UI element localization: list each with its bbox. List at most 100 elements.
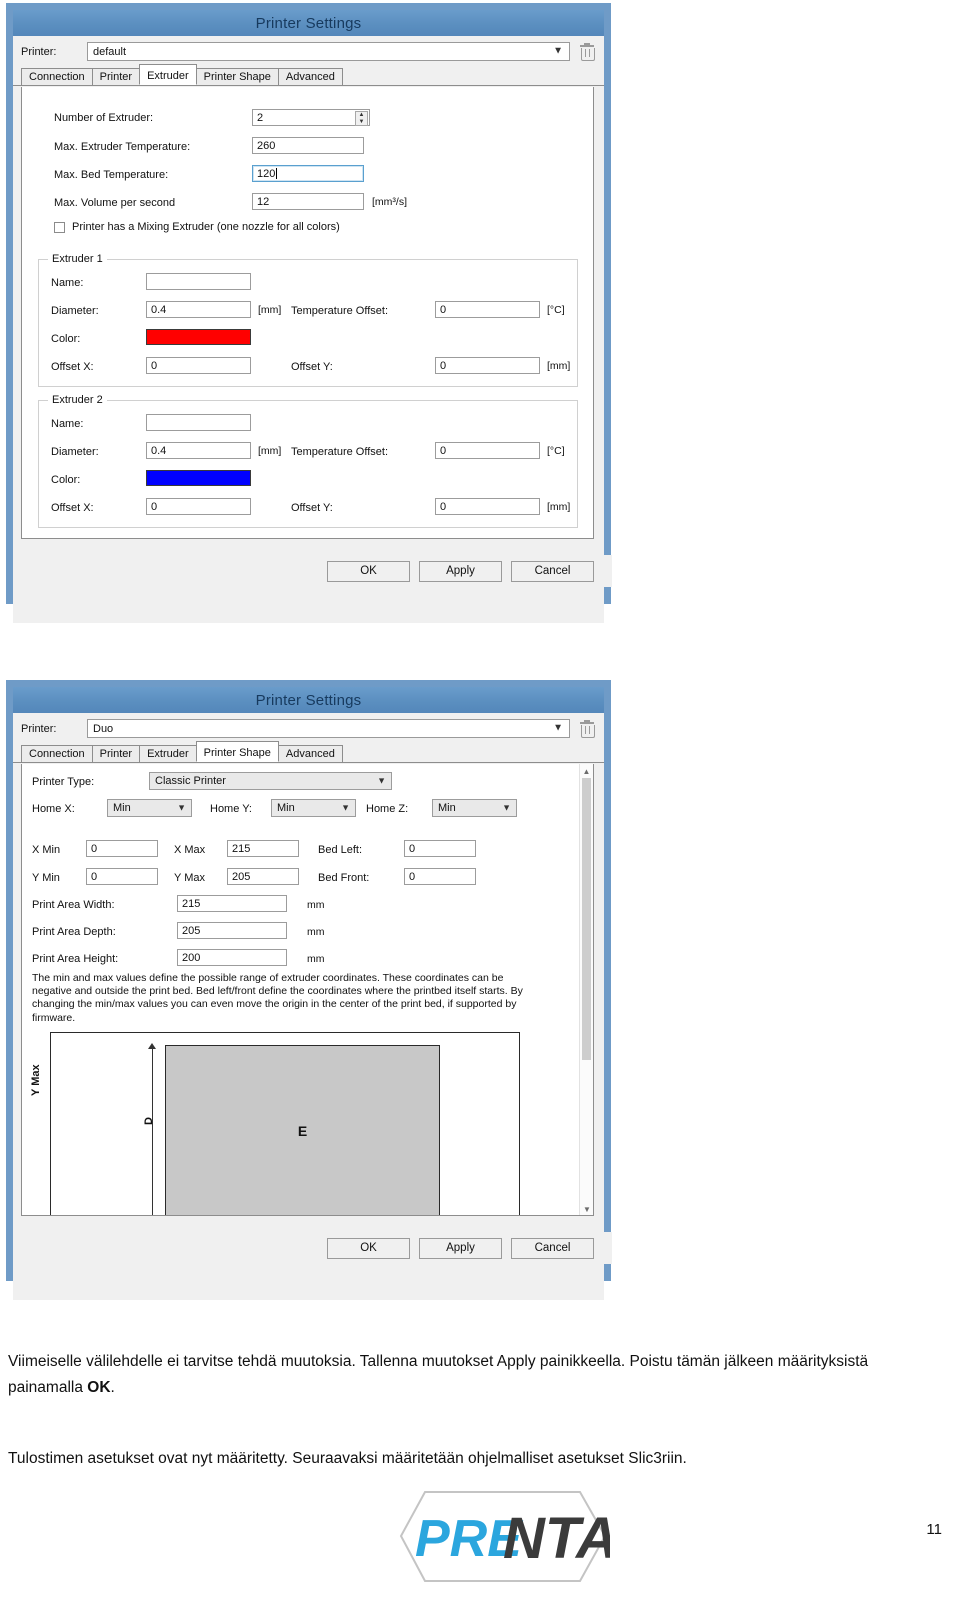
value-max-volume-per-second: 12 (257, 195, 270, 208)
input-e1-name[interactable] (146, 273, 251, 290)
vertical-scrollbar[interactable]: ▲ ▼ (579, 764, 593, 1215)
select-printer-type[interactable]: Classic Printer ▼ (149, 772, 392, 790)
tab-printer[interactable]: Printer (91, 68, 141, 85)
label-e1-name: Name: (51, 277, 84, 289)
value-print-area-height: 200 (182, 951, 201, 964)
tab-advanced[interactable]: Advanced (277, 745, 343, 762)
dialog1-button-bar: OK Apply Cancel (21, 555, 612, 587)
label-e1-offset-x: Offset X: (51, 361, 94, 373)
dialog2-button-bar: OK Apply Cancel (21, 1232, 612, 1264)
select-home-z[interactable]: Min ▼ (432, 799, 517, 817)
input-number-of-extruder[interactable]: 2 ▲ ▼ (252, 109, 370, 126)
bed-area-rect: E (165, 1045, 440, 1215)
input-y-min[interactable]: 0 (86, 868, 158, 885)
value-x-max: 215 (232, 842, 251, 855)
unit-max-volume-per-second: [mm³/s] (372, 196, 407, 208)
dialog2-tabbar: Connection Printer Extruder Printer Shap… (13, 741, 604, 763)
cancel-button[interactable]: Cancel (511, 560, 594, 582)
dialog2-title: Printer Settings (255, 691, 362, 709)
preview-depth-label: D (143, 1117, 155, 1125)
dialog1-titlebar: Printer Settings (13, 10, 604, 36)
label-x-max: X Max (174, 844, 206, 856)
checkbox-mixing-extruder-row[interactable]: Printer has a Mixing Extruder (one nozzl… (54, 221, 340, 233)
dialog1-printer-value: default (93, 45, 127, 58)
chevron-down-icon: ▼ (502, 802, 511, 813)
value-print-area-depth: 205 (182, 924, 201, 937)
input-e1-temp-offset[interactable]: 0 (435, 301, 540, 318)
input-e1-offset-y[interactable]: 0 (435, 357, 540, 374)
label-bed-left: Bed Left: (318, 844, 363, 856)
spinner-down-icon[interactable]: ▼ (356, 119, 367, 126)
dialog2-printer-label: Printer: (21, 722, 57, 735)
printer-settings-dialog-extruder: Printer Settings Printer: default ▼ Conn… (6, 3, 612, 623)
tab-connection[interactable]: Connection (21, 68, 93, 85)
cancel-button[interactable]: Cancel (511, 1237, 594, 1259)
tab-advanced[interactable]: Advanced (277, 68, 343, 85)
tab-printer[interactable]: Printer (91, 745, 141, 762)
label-printer-type: Printer Type: (32, 776, 95, 788)
scroll-down-icon[interactable]: ▼ (580, 1202, 593, 1215)
apply-button[interactable]: Apply (419, 560, 502, 582)
paragraph-1-part1: Viimeiselle välilehdelle ei tarvitse teh… (8, 1353, 869, 1396)
group-extruder-2-title: Extruder 2 (48, 394, 107, 406)
input-e2-offset-x[interactable]: 0 (146, 498, 251, 515)
value-home-z: Min (438, 802, 456, 814)
value-x-min: 0 (91, 842, 98, 855)
input-print-area-width[interactable]: 215 (177, 895, 287, 912)
bed-preview: D E (50, 1032, 520, 1215)
input-x-min[interactable]: 0 (86, 840, 158, 857)
dialog1-printer-select[interactable]: default ▼ (87, 42, 570, 61)
trash-icon[interactable] (578, 42, 596, 61)
dialog1-printer-row: Printer: default ▼ (13, 36, 604, 65)
tab-extruder[interactable]: Extruder (139, 745, 197, 762)
checkbox-mixing-extruder[interactable] (54, 221, 65, 233)
select-home-x[interactable]: Min ▼ (107, 799, 192, 817)
chevron-down-icon: ▼ (553, 722, 563, 733)
input-e1-offset-x[interactable]: 0 (146, 357, 251, 374)
label-mixing-extruder: Printer has a Mixing Extruder (one nozzl… (72, 221, 340, 233)
tab-printer-shape[interactable]: Printer Shape (195, 741, 279, 762)
apply-button[interactable]: Apply (419, 1237, 502, 1259)
input-bed-front[interactable]: 0 (404, 868, 476, 885)
page-number: 11 (926, 1521, 942, 1538)
input-e2-offset-y[interactable]: 0 (435, 498, 540, 515)
value-e2-temp-offset: 0 (440, 444, 447, 457)
input-print-area-depth[interactable]: 205 (177, 922, 287, 939)
unit-e1-temp-offset: [°C] (547, 304, 565, 316)
label-max-volume-per-second: Max. Volume per second (54, 197, 176, 209)
scroll-up-icon[interactable]: ▲ (580, 764, 593, 778)
input-e2-temp-offset[interactable]: 0 (435, 442, 540, 459)
color-swatch-extruder-1[interactable] (146, 329, 251, 345)
input-max-bed-temperature[interactable]: 120 (252, 165, 364, 182)
scrollbar-thumb[interactable] (582, 778, 591, 1060)
value-e1-offset-x: 0 (151, 359, 158, 372)
tab-connection[interactable]: Connection (21, 745, 93, 762)
color-swatch-extruder-2[interactable] (146, 470, 251, 486)
input-e2-diameter[interactable]: 0.4 (146, 442, 251, 459)
input-print-area-height[interactable]: 200 (177, 949, 287, 966)
value-bed-front: 0 (409, 870, 416, 883)
ok-button[interactable]: OK (327, 560, 410, 582)
printer-shape-description: The min and max values define the possib… (32, 972, 523, 1024)
value-e1-temp-offset: 0 (440, 303, 447, 316)
prenta-logo: PRE NTA (395, 1480, 618, 1593)
input-max-extruder-temperature[interactable]: 260 (252, 137, 364, 154)
input-x-max[interactable]: 215 (227, 840, 299, 857)
tab-printer-shape[interactable]: Printer Shape (195, 68, 279, 85)
label-e1-offset-y: Offset Y: (291, 361, 333, 373)
tab-extruder[interactable]: Extruder (139, 64, 197, 85)
dialog2-printer-select[interactable]: Duo ▼ (87, 719, 570, 738)
input-y-max[interactable]: 205 (227, 868, 299, 885)
unit-print-area-height: mm (307, 953, 325, 965)
trash-icon[interactable] (578, 719, 596, 738)
input-bed-left[interactable]: 0 (404, 840, 476, 857)
input-e1-diameter[interactable]: 0.4 (146, 301, 251, 318)
input-max-volume-per-second[interactable]: 12 (252, 193, 364, 210)
select-home-y[interactable]: Min ▼ (271, 799, 356, 817)
unit-e2-temp-offset: [°C] (547, 445, 565, 457)
spinner-buttons[interactable]: ▲ ▼ (355, 111, 368, 126)
input-e2-name[interactable] (146, 414, 251, 431)
ok-button[interactable]: OK (327, 1237, 410, 1259)
dialog2-printer-shape-page: Printer Type: Classic Printer ▼ Home X: … (21, 764, 594, 1216)
label-e2-diameter: Diameter: (51, 446, 99, 458)
